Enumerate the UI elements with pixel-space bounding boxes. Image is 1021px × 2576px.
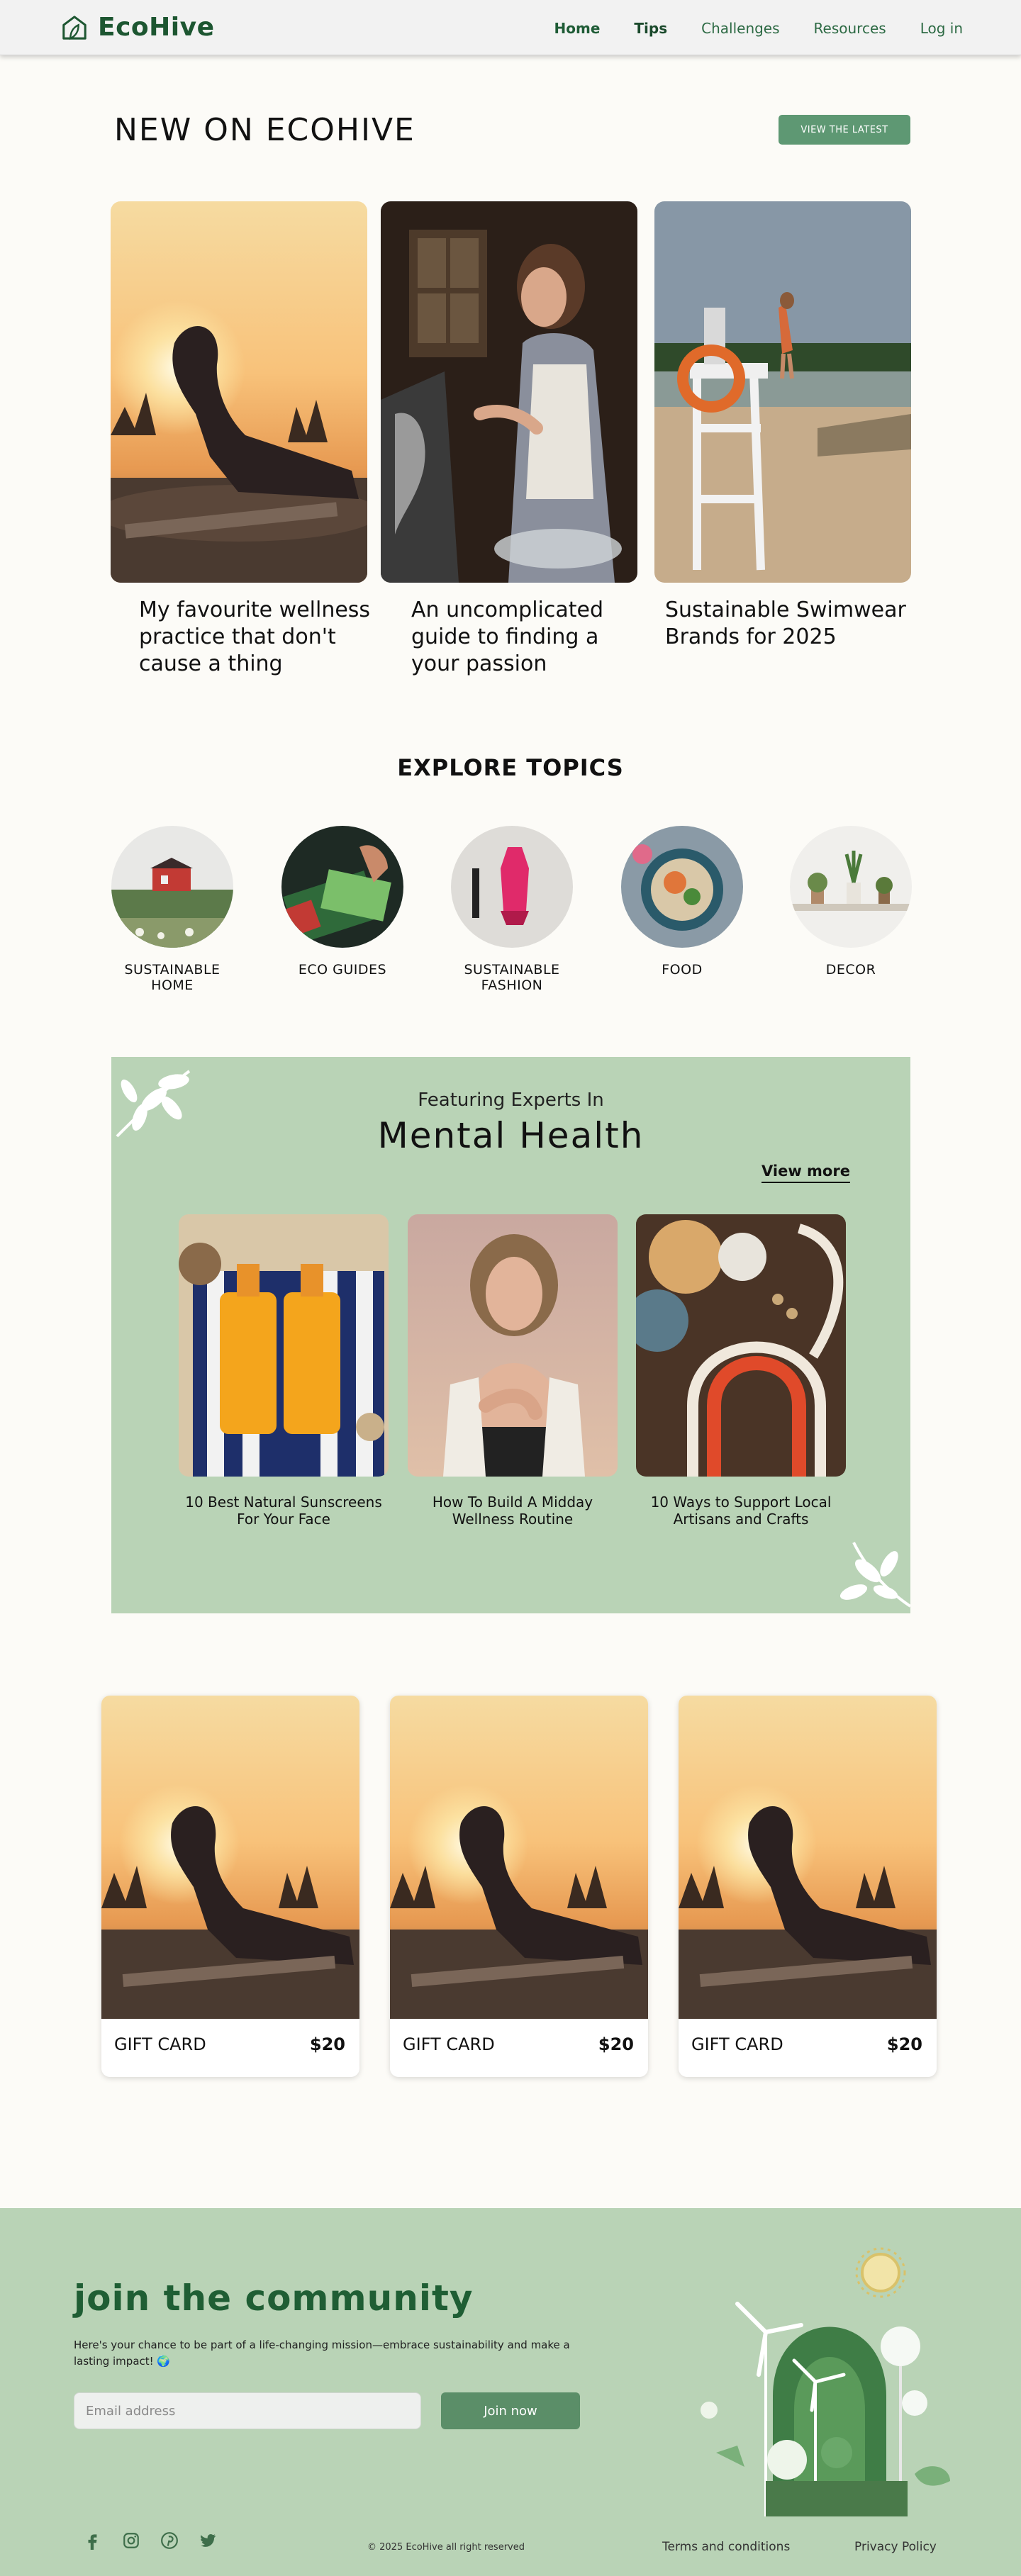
nav-resources[interactable]: Resources: [814, 20, 886, 37]
pink-dress-photo: [451, 826, 573, 948]
featured-experts-section: Featuring Experts In Mental Health View …: [111, 1057, 910, 1613]
nav-home[interactable]: Home: [554, 20, 601, 37]
gift-card[interactable]: GIFT CARD $20: [101, 1696, 359, 2077]
post-card-swimwear[interactable]: [654, 201, 911, 583]
post-title-wellness[interactable]: My favourite wellness practice that don'…: [139, 597, 380, 678]
topic-sustainable-home[interactable]: SUSTAINABLE HOME: [111, 826, 233, 993]
privacy-link[interactable]: Privacy Policy: [854, 2540, 937, 2554]
yarn-crafts-photo: [636, 1214, 846, 1477]
sunset-yoga-photo: [111, 201, 367, 583]
page: EcoHive Home Tips Challenges Resources L…: [0, 0, 1021, 2576]
logo-text: EcoHive: [98, 13, 215, 42]
topic-image: [451, 826, 573, 948]
red-house-photo: [111, 826, 233, 948]
site-header: EcoHive Home Tips Challenges Resources L…: [0, 0, 1021, 55]
gift-card[interactable]: GIFT CARD $20: [679, 1696, 937, 2077]
logo[interactable]: EcoHive: [61, 13, 215, 42]
feature-caption[interactable]: 10 Best Natural Sunscreens For Your Face: [179, 1494, 389, 1528]
social-links: [84, 2531, 217, 2550]
post-card-passion[interactable]: [381, 201, 637, 583]
feature-card-wellness-routine[interactable]: [408, 1214, 618, 1477]
twitter-icon[interactable]: [199, 2531, 217, 2550]
gift-card-price: $20: [886, 2034, 922, 2054]
feature-caption[interactable]: 10 Ways to Support Local Artisans and Cr…: [636, 1494, 846, 1528]
meditating-woman-photo: [408, 1214, 618, 1477]
topic-food[interactable]: FOOD: [621, 826, 743, 978]
topics-title: EXPLORE TOPICS: [397, 754, 624, 781]
topic-label: FOOD: [662, 962, 703, 978]
topic-decor[interactable]: DECOR: [790, 826, 912, 978]
topic-label: SUSTAINABLE HOME: [124, 962, 221, 993]
site-footer: join the community Here's your chance to…: [0, 2208, 1021, 2576]
house-leaf-icon: [62, 15, 87, 40]
painting-woman-photo: [381, 201, 637, 583]
view-more-link[interactable]: View more: [761, 1163, 850, 1183]
terms-link[interactable]: Terms and conditions: [662, 2540, 790, 2554]
join-now-button[interactable]: Join now: [441, 2392, 580, 2429]
facebook-icon[interactable]: [84, 2531, 102, 2550]
plants-shelf-photo: [790, 826, 912, 948]
sunset-yoga-photo: [101, 1696, 359, 2019]
email-input[interactable]: [74, 2392, 421, 2429]
nav-challenges[interactable]: Challenges: [701, 20, 779, 37]
food-bowl-photo: [621, 826, 743, 948]
topic-image: [111, 826, 233, 948]
new-section-title: NEW ON ECOHIVE: [114, 112, 415, 148]
topic-eco-guides[interactable]: ECO GUIDES: [281, 826, 403, 978]
topic-image: [621, 826, 743, 948]
eco-city-illustration: [701, 2247, 950, 2516]
feature-caption[interactable]: How To Build A Midday Wellness Routine: [408, 1494, 618, 1528]
feature-card-artisans[interactable]: [636, 1214, 846, 1477]
main-nav: Home Tips Challenges Resources Log in: [554, 20, 963, 37]
join-description: Here's your chance to be part of a life-…: [74, 2339, 570, 2368]
nav-tips[interactable]: Tips: [634, 20, 667, 37]
gift-card-label: GIFT CARD: [403, 2034, 495, 2054]
topic-label: ECO GUIDES: [298, 962, 387, 978]
copyright-text: © 2025 EcoHive all right reserved: [367, 2542, 525, 2553]
topic-image: [790, 826, 912, 948]
topic-sustainable-fashion[interactable]: SUSTAINABLE FASHION: [451, 826, 573, 993]
join-title: join the community: [74, 2278, 474, 2319]
topic-image: [281, 826, 403, 948]
gift-card-label: GIFT CARD: [691, 2034, 783, 2054]
pinterest-icon[interactable]: [160, 2531, 179, 2550]
gift-card-price: $20: [309, 2034, 345, 2054]
leaf-branch-icon: [839, 1542, 910, 1608]
feature-title: Mental Health: [377, 1115, 645, 1156]
gift-card[interactable]: GIFT CARD $20: [390, 1696, 648, 2077]
post-title-passion[interactable]: An uncomplicated guide to finding a your…: [411, 597, 652, 678]
topic-label: DECOR: [825, 962, 876, 978]
lifeguard-tower-photo: [654, 201, 911, 583]
post-title-swimwear[interactable]: Sustainable Swimwear Brands for 2025: [665, 597, 906, 651]
sunscreen-bottles-photo: [179, 1214, 389, 1477]
nav-login[interactable]: Log in: [920, 20, 963, 37]
feature-subtitle: Featuring Experts In: [418, 1090, 604, 1111]
sunset-yoga-photo: [679, 1696, 937, 2019]
gift-card-price: $20: [598, 2034, 634, 2054]
gift-card-label: GIFT CARD: [114, 2034, 206, 2054]
sunset-yoga-photo: [390, 1696, 648, 2019]
view-latest-button[interactable]: VIEW THE LATEST: [779, 115, 910, 145]
topic-label: SUSTAINABLE FASHION: [464, 962, 560, 993]
instagram-icon[interactable]: [122, 2531, 140, 2550]
feature-card-sunscreen[interactable]: [179, 1214, 389, 1477]
money-hand-photo: [281, 826, 403, 948]
post-card-wellness[interactable]: [111, 201, 367, 583]
